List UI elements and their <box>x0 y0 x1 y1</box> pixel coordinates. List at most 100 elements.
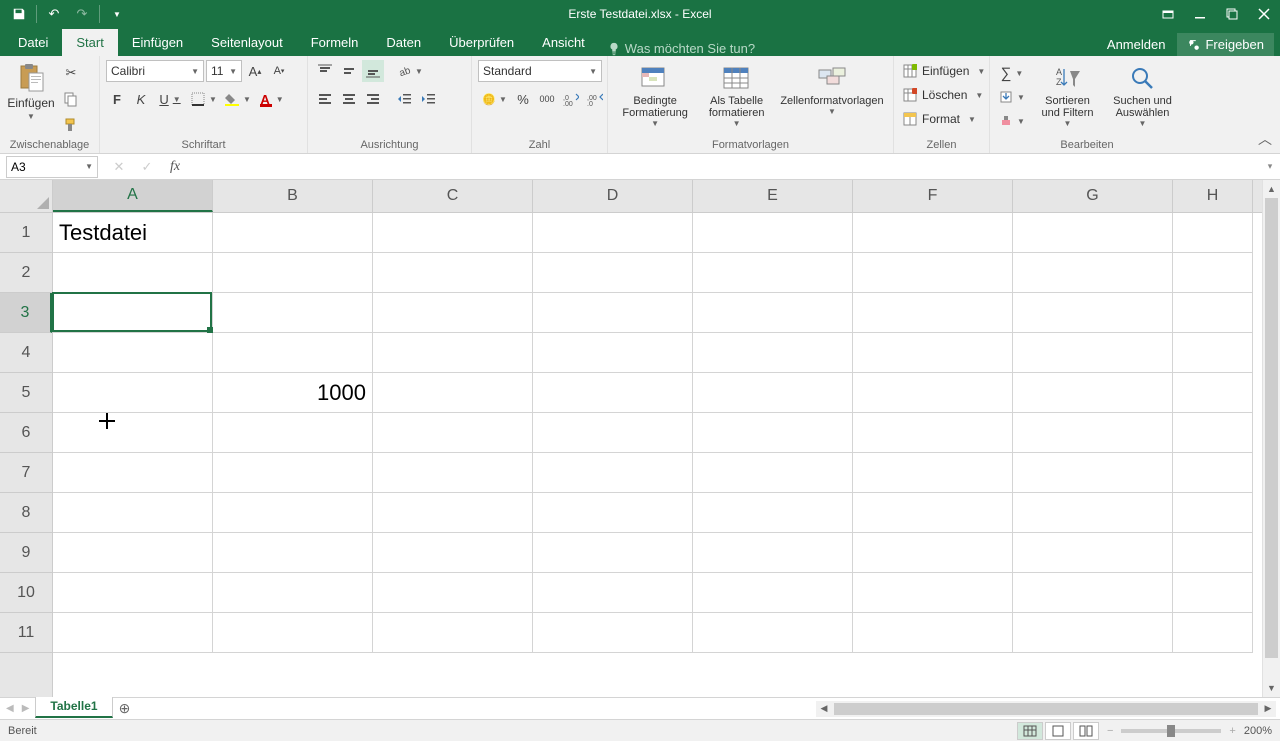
sheet-nav-next-icon[interactable]: ▶ <box>22 703 30 714</box>
format-painter-icon[interactable] <box>60 114 82 136</box>
horizontal-scroll-thumb[interactable] <box>834 703 1258 715</box>
zoom-in-icon[interactable]: + <box>1229 725 1235 737</box>
row-header-10[interactable]: 10 <box>0 573 52 613</box>
delete-cells-button[interactable]: Löschen▼ <box>900 84 985 106</box>
cell-D6[interactable] <box>533 413 693 453</box>
cell-D9[interactable] <box>533 533 693 573</box>
cell-E9[interactable] <box>693 533 853 573</box>
ribbon-display-icon[interactable] <box>1152 0 1184 28</box>
sheet-nav[interactable]: ◀▶ <box>0 698 35 719</box>
cancel-formula-icon[interactable]: ✕ <box>106 156 132 178</box>
scroll-right-icon[interactable]: ▶ <box>1260 701 1276 717</box>
tab-formulas[interactable]: Formeln <box>297 29 373 56</box>
cell-A7[interactable] <box>53 453 213 493</box>
cell-H2[interactable] <box>1173 253 1253 293</box>
cell-E1[interactable] <box>693 213 853 253</box>
cell-D4[interactable] <box>533 333 693 373</box>
italic-button[interactable]: K <box>130 88 152 110</box>
row-header-8[interactable]: 8 <box>0 493 52 533</box>
cell-A11[interactable] <box>53 613 213 653</box>
cell-B3[interactable] <box>213 293 373 333</box>
column-header-H[interactable]: H <box>1173 180 1253 212</box>
find-select-button[interactable]: Suchen und Auswählen▼ <box>1107 60 1178 131</box>
copy-icon[interactable] <box>60 88 82 110</box>
cell-H9[interactable] <box>1173 533 1253 573</box>
formula-input[interactable] <box>188 156 1260 178</box>
collapse-ribbon-icon[interactable]: ︿ <box>1258 129 1272 149</box>
cut-icon[interactable]: ✂ <box>60 62 82 84</box>
cell-A4[interactable] <box>53 333 213 373</box>
cell-A5[interactable] <box>53 373 213 413</box>
row-header-1[interactable]: 1 <box>0 213 52 253</box>
cell-H4[interactable] <box>1173 333 1253 373</box>
cell-A2[interactable] <box>53 253 213 293</box>
tab-home[interactable]: Start <box>62 29 117 56</box>
tab-view[interactable]: Ansicht <box>528 29 599 56</box>
cell-G7[interactable] <box>1013 453 1173 493</box>
format-as-table-button[interactable]: Als Tabelle formatieren▼ <box>700 60 773 131</box>
cell-F3[interactable] <box>853 293 1013 333</box>
cell-B2[interactable] <box>213 253 373 293</box>
cell-F5[interactable] <box>853 373 1013 413</box>
cell-G1[interactable] <box>1013 213 1173 253</box>
insert-cells-button[interactable]: Einfügen▼ <box>900 60 987 82</box>
cell-H8[interactable] <box>1173 493 1253 533</box>
column-header-C[interactable]: C <box>373 180 533 212</box>
align-left-icon[interactable] <box>314 88 336 110</box>
number-format-select[interactable]: Standard▼ <box>478 60 602 82</box>
paste-button[interactable]: Einfügen ▼ <box>6 60 56 123</box>
cell-C6[interactable] <box>373 413 533 453</box>
cell-E3[interactable] <box>693 293 853 333</box>
cell-C7[interactable] <box>373 453 533 493</box>
font-name-select[interactable]: Calibri▼ <box>106 60 204 82</box>
format-cells-button[interactable]: Format▼ <box>900 108 978 130</box>
column-header-F[interactable]: F <box>853 180 1013 212</box>
sheet-nav-prev-icon[interactable]: ◀ <box>6 703 14 714</box>
align-top-icon[interactable] <box>314 60 336 82</box>
cell-G5[interactable] <box>1013 373 1173 413</box>
sort-filter-button[interactable]: AZ Sortieren und Filtern▼ <box>1032 60 1103 131</box>
cell-F4[interactable] <box>853 333 1013 373</box>
cell-D2[interactable] <box>533 253 693 293</box>
cell-F10[interactable] <box>853 573 1013 613</box>
align-middle-icon[interactable] <box>338 60 360 82</box>
font-size-select[interactable]: 11▼ <box>206 60 242 82</box>
cell-C8[interactable] <box>373 493 533 533</box>
redo-icon[interactable]: ↷ <box>69 2 95 26</box>
cell-D7[interactable] <box>533 453 693 493</box>
cell-H5[interactable] <box>1173 373 1253 413</box>
qat-customize-icon[interactable]: ▼ <box>104 2 130 26</box>
tell-me-search[interactable]: Was möchten Sie tun? <box>607 41 755 56</box>
increase-font-icon[interactable]: A▴ <box>244 60 266 82</box>
undo-icon[interactable]: ↶ <box>41 2 67 26</box>
cell-H6[interactable] <box>1173 413 1253 453</box>
cell-B7[interactable] <box>213 453 373 493</box>
expand-formula-bar-icon[interactable]: ▾ <box>1260 161 1280 172</box>
cell-A1[interactable]: Testdatei <box>53 213 213 253</box>
tab-data[interactable]: Daten <box>372 29 435 56</box>
cell-G4[interactable] <box>1013 333 1173 373</box>
zoom-out-icon[interactable]: − <box>1107 725 1113 737</box>
cell-C5[interactable] <box>373 373 533 413</box>
tab-insert[interactable]: Einfügen <box>118 29 197 56</box>
align-center-icon[interactable] <box>338 88 360 110</box>
cell-G8[interactable] <box>1013 493 1173 533</box>
cell-styles-button[interactable]: Zellenformatvorlagen▼ <box>777 60 887 119</box>
cell-F2[interactable] <box>853 253 1013 293</box>
clear-icon[interactable]: ▼ <box>996 110 1028 132</box>
page-break-view-icon[interactable] <box>1073 722 1099 740</box>
cell-A3[interactable] <box>53 293 213 333</box>
cell-C2[interactable] <box>373 253 533 293</box>
cell-E2[interactable] <box>693 253 853 293</box>
cell-C11[interactable] <box>373 613 533 653</box>
conditional-formatting-button[interactable]: Bedingte Formatierung▼ <box>614 60 696 131</box>
column-headers[interactable]: ABCDEFGH <box>53 180 1262 213</box>
name-box[interactable]: A3▼ <box>6 156 98 178</box>
cell-B4[interactable] <box>213 333 373 373</box>
horizontal-scrollbar[interactable]: ◀ ▶ <box>816 701 1276 717</box>
column-header-A[interactable]: A <box>53 180 213 212</box>
insert-function-icon[interactable]: fx <box>162 156 188 178</box>
select-all-button[interactable] <box>0 180 53 213</box>
orientation-icon[interactable]: ab▼ <box>394 60 426 82</box>
cell-G6[interactable] <box>1013 413 1173 453</box>
